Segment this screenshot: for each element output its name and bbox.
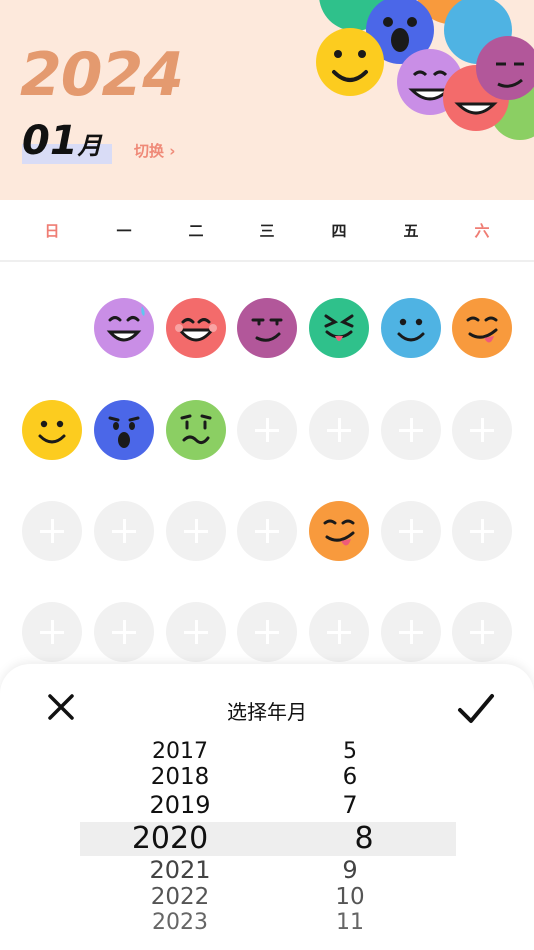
month-option[interactable]: 10 — [300, 885, 400, 910]
calendar-header: 2024 01月 切换 › — [0, 0, 534, 200]
month-option[interactable]: 7 — [300, 792, 400, 819]
switch-label: 切换 — [134, 142, 165, 160]
add-mood-button[interactable] — [309, 602, 369, 662]
year-option-selected[interactable]: 2020 — [110, 823, 230, 855]
year-option[interactable]: 2022 — [120, 885, 240, 910]
add-mood-button[interactable] — [381, 501, 441, 561]
weekday-bar: 日 一 二 三 四 五 六 — [0, 200, 534, 262]
weekday-wed: 三 — [259, 222, 275, 240]
add-mood-button[interactable] — [22, 602, 82, 662]
year-option[interactable]: 2017 — [120, 740, 240, 764]
month-option[interactable]: 9 — [300, 857, 400, 884]
year-option[interactable]: 2023 — [120, 911, 240, 935]
month-option[interactable]: 6 — [300, 765, 400, 790]
smirk-emoji-icon[interactable] — [237, 298, 297, 358]
add-mood-button[interactable] — [166, 501, 226, 561]
month-option[interactable]: 5 — [300, 740, 400, 764]
add-mood-button[interactable] — [94, 501, 154, 561]
wink-emoji-icon[interactable] — [381, 298, 441, 358]
switch-month-button[interactable]: 切换 › — [134, 140, 175, 161]
picker-title: 选择年月 — [227, 700, 307, 724]
weekday-fri: 五 — [403, 222, 419, 240]
tongue-squint-emoji-icon[interactable] — [309, 298, 369, 358]
year-option[interactable]: 2019 — [120, 792, 240, 819]
month-option-selected[interactable]: 8 — [314, 823, 414, 855]
year-month-picker-sheet: 选择年月 2017 2018 2019 2020 2021 2022 2023 … — [0, 664, 534, 950]
tongue-wink-emoji-icon[interactable] — [452, 298, 512, 358]
month-number: 01 — [22, 118, 78, 164]
add-mood-button[interactable] — [94, 602, 154, 662]
weekday-thu: 四 — [331, 222, 347, 240]
add-mood-button[interactable] — [309, 400, 369, 460]
weekday-sun: 日 — [44, 222, 60, 240]
add-mood-button[interactable] — [452, 602, 512, 662]
add-mood-button[interactable] — [237, 400, 297, 460]
laughing-emoji-icon[interactable] — [166, 298, 226, 358]
checkmark-icon[interactable] — [456, 692, 496, 726]
weekday-tue: 二 — [188, 222, 204, 240]
add-mood-button[interactable] — [22, 501, 82, 561]
add-mood-button[interactable] — [381, 602, 441, 662]
year-option[interactable]: 2018 — [120, 765, 240, 790]
add-mood-button[interactable] — [452, 400, 512, 460]
add-mood-button[interactable] — [381, 400, 441, 460]
add-mood-button[interactable] — [237, 501, 297, 561]
month-display: 01月 — [22, 118, 112, 166]
confused-emoji-icon[interactable] — [166, 400, 226, 460]
grinning-sweat-emoji-icon[interactable] — [94, 298, 154, 358]
add-mood-button[interactable] — [237, 602, 297, 662]
tongue-wink-emoji-icon[interactable] — [309, 501, 369, 561]
year-label: 2024 — [20, 40, 184, 110]
add-mood-button[interactable] — [166, 602, 226, 662]
month-option[interactable]: 11 — [300, 911, 400, 935]
year-option[interactable]: 2021 — [120, 857, 240, 884]
weekday-sat: 六 — [474, 222, 490, 240]
shocked-emoji-icon[interactable] — [94, 400, 154, 460]
weekday-mon: 一 — [116, 222, 132, 240]
smile-emoji-icon[interactable] — [22, 400, 82, 460]
month-unit: 月 — [77, 132, 102, 160]
add-mood-button[interactable] — [452, 501, 512, 561]
chevron-right-icon: › — [169, 142, 176, 160]
emoji-cluster-decoration — [316, 0, 534, 140]
